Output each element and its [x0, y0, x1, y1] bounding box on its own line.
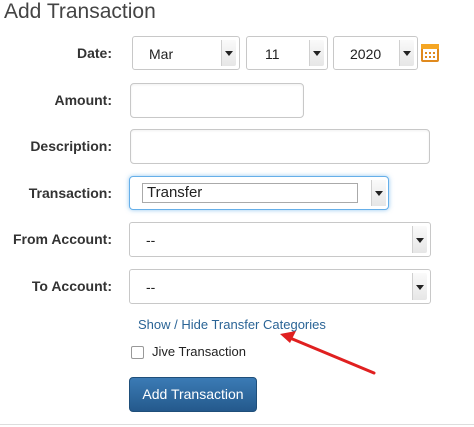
- arrow-annotation-icon: [280, 331, 376, 375]
